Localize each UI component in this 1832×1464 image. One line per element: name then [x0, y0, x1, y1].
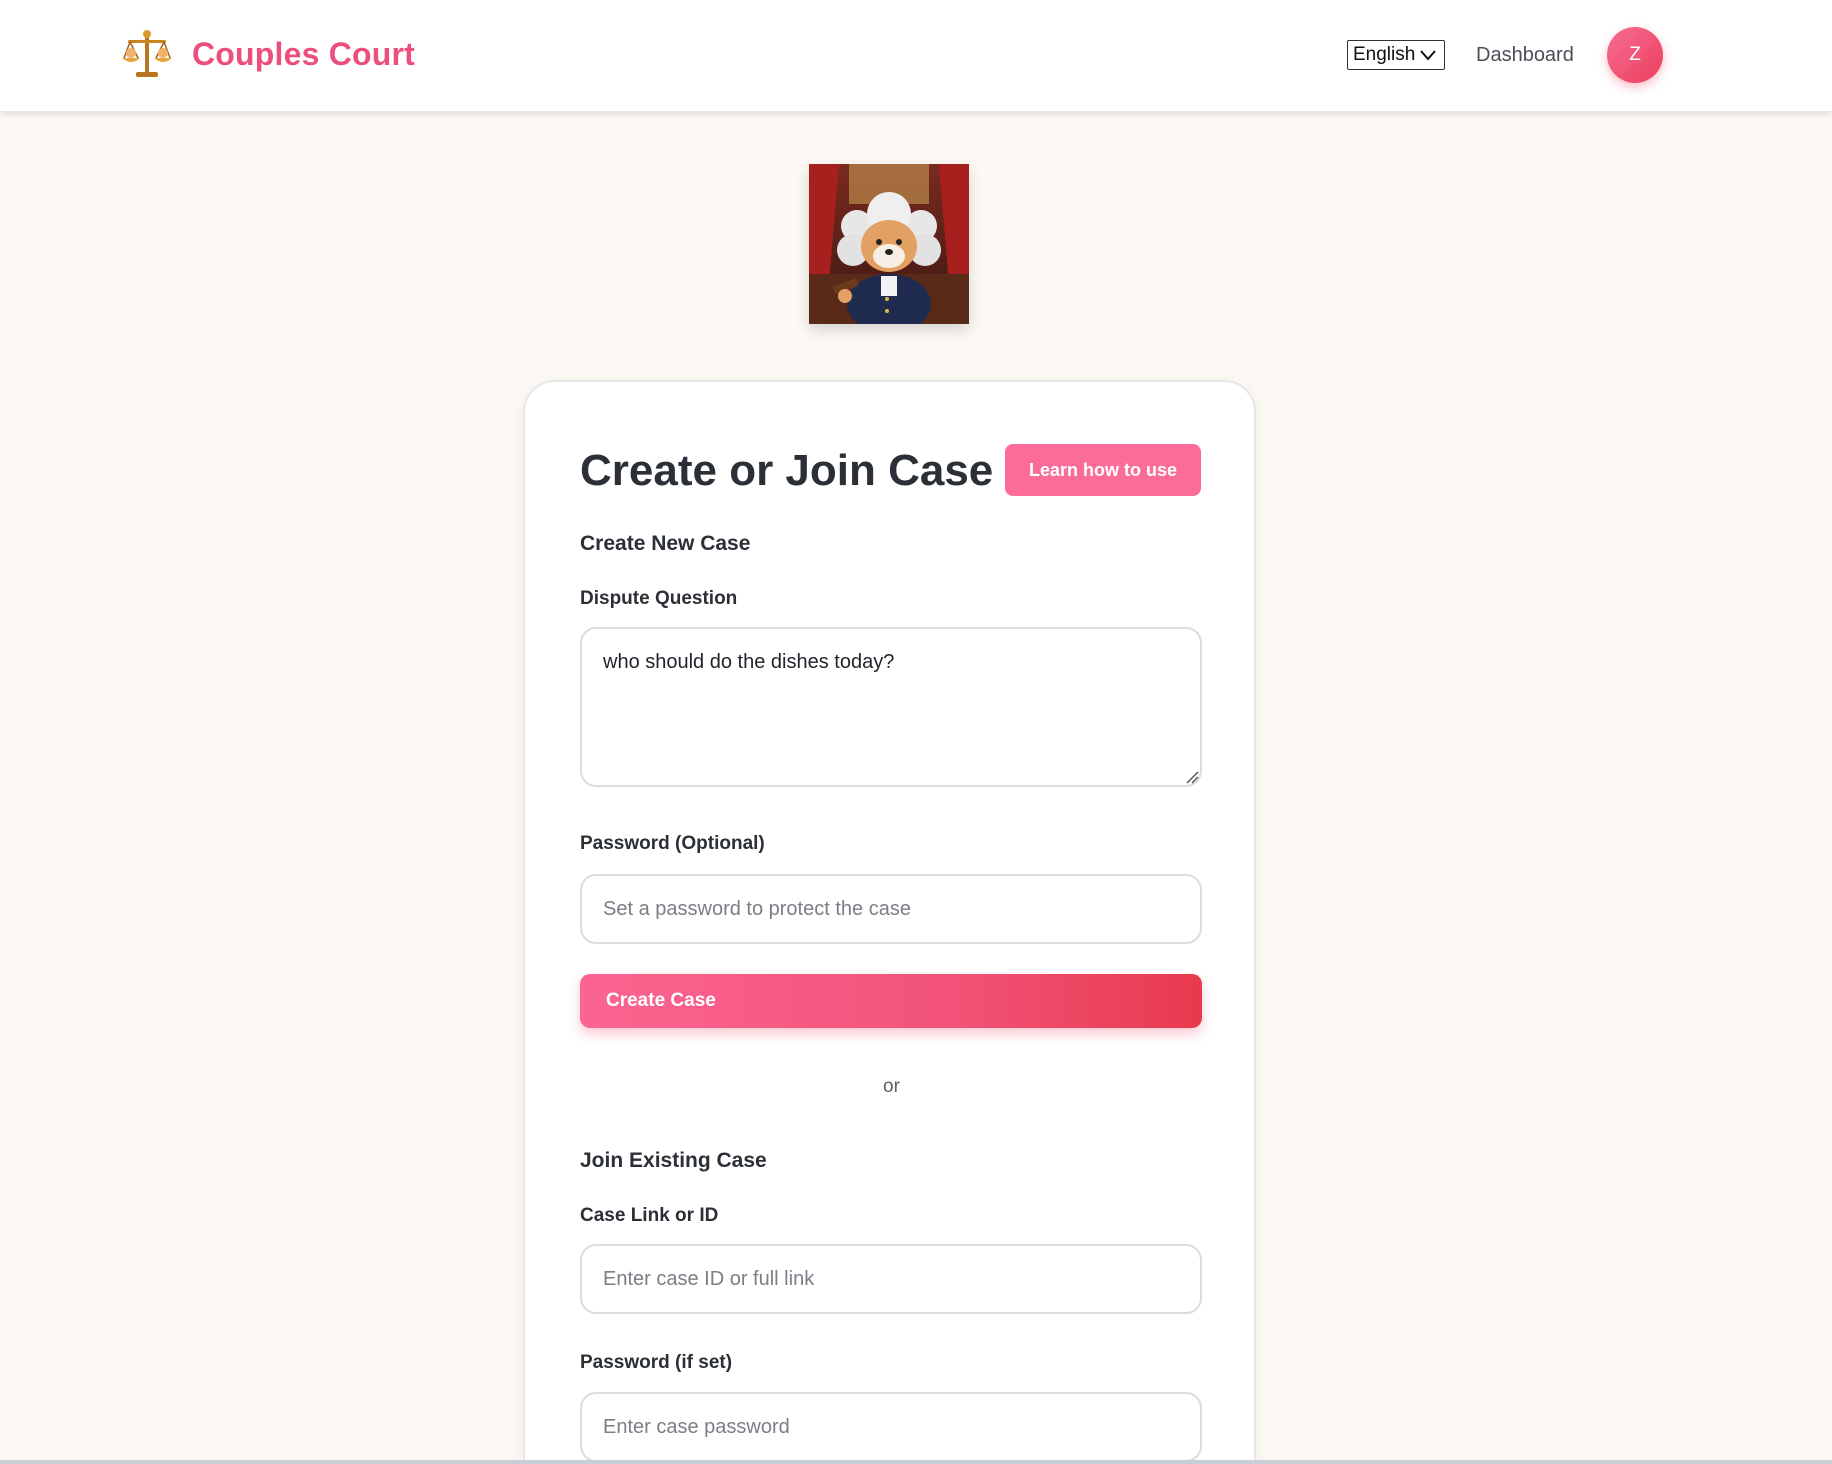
- brand-logo[interactable]: Couples Court: [120, 26, 415, 82]
- case-link-label: Case Link or ID: [580, 1205, 719, 1226]
- nav-link-dashboard[interactable]: Dashboard: [1476, 44, 1574, 67]
- case-link-input[interactable]: [580, 1244, 1202, 1314]
- create-join-card: Create or Join Case Learn how to use Cre…: [523, 380, 1256, 1464]
- scales-logo-icon: [122, 30, 172, 77]
- create-section-title: Create New Case: [580, 532, 751, 555]
- join-password-input[interactable]: [580, 1392, 1202, 1462]
- judge-dog-mascot: [809, 164, 969, 324]
- page-title: Create or Join Case: [580, 446, 994, 495]
- user-avatar[interactable]: Z: [1607, 27, 1663, 83]
- language-select-value: English: [1353, 44, 1416, 65]
- join-password-label: Password (if set): [580, 1352, 733, 1373]
- resize-grip-icon[interactable]: [1185, 770, 1199, 784]
- dispute-question-textarea[interactable]: who should do the dishes today?: [580, 627, 1202, 787]
- brand-name: Couples Court: [192, 35, 416, 72]
- language-select[interactable]: English: [1347, 40, 1445, 70]
- chevron-down-icon: [1420, 50, 1436, 61]
- or-divider: or: [883, 1076, 900, 1097]
- join-section-title: Join Existing Case: [580, 1149, 767, 1172]
- top-navbar: Couples Court English Dashboard Z: [0, 0, 1832, 112]
- create-case-button[interactable]: Create Case: [580, 974, 1202, 1028]
- dispute-question-label: Dispute Question: [580, 588, 738, 609]
- learn-how-button[interactable]: Learn how to use: [1005, 444, 1201, 496]
- password-optional-label: Password (Optional): [580, 833, 765, 854]
- create-password-input[interactable]: [580, 874, 1202, 944]
- viewport-bottom-edge: [0, 1460, 1832, 1464]
